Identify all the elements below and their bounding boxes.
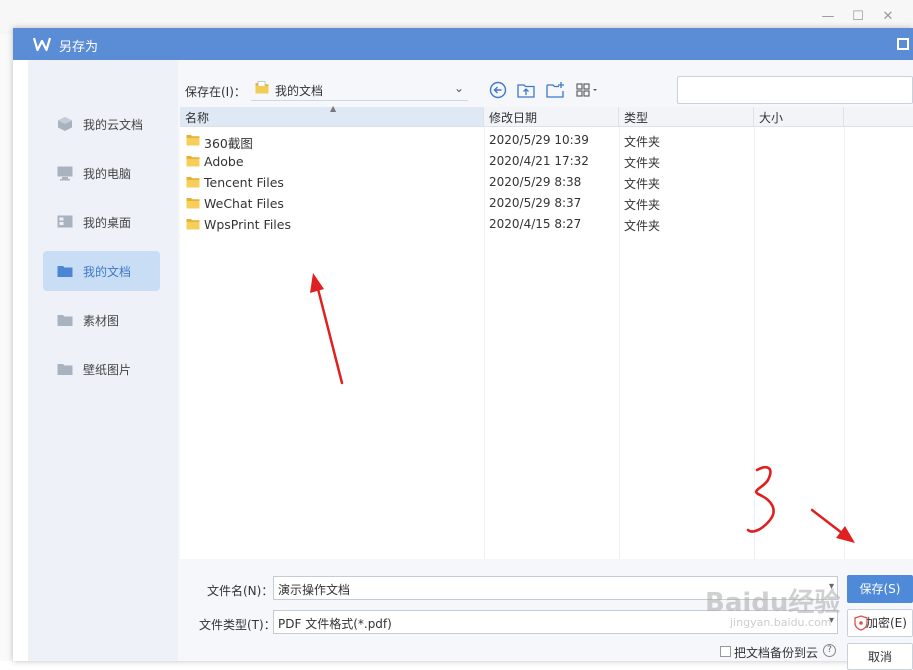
view-menu-icon[interactable] — [575, 80, 601, 100]
file-name: WpsPrint Files — [204, 217, 291, 232]
folder-icon — [57, 315, 73, 326]
column-header-type[interactable]: 类型 — [619, 107, 754, 127]
sidebar: 我的云文档 我的电脑 我的桌面 我的文档 素材图 壁纸图片 — [28, 60, 178, 661]
column-header-name[interactable]: ▲ 名称 — [180, 104, 484, 127]
file-date: 2020/5/29 8:38 — [489, 175, 582, 189]
filetype-label: 文件类型(T)： — [199, 618, 276, 632]
restore-icon[interactable]: ☐ — [850, 10, 866, 24]
save-as-dialog: 另存为 我的云文档 我的电脑 我的桌面 我的文档 素材图 壁纸图片 保存在(I)… — [13, 28, 913, 670]
help-icon[interactable]: ? — [823, 644, 836, 657]
chevron-down-icon: ⌄ — [453, 81, 464, 95]
wps-logo-icon — [33, 37, 51, 52]
sidebar-item-desktop[interactable]: 我的桌面 — [43, 202, 160, 242]
back-icon[interactable] — [488, 80, 508, 100]
sidebar-item-cloud-docs[interactable]: 我的云文档 — [43, 104, 160, 144]
cancel-button[interactable]: 取消 — [847, 643, 913, 670]
baidu-watermark-url: jingyan.baidu.com — [730, 616, 832, 629]
location-value: 我的文档 — [275, 84, 324, 98]
table-row[interactable]: WpsPrint Files 2020/4/15 8:27 文件夹 — [180, 214, 913, 235]
table-row[interactable]: WeChat Files 2020/5/29 8:37 文件夹 — [180, 193, 913, 214]
folder-icon — [186, 198, 200, 209]
folder-icon — [57, 266, 73, 277]
file-date: 2020/4/15 8:27 — [489, 217, 582, 231]
sidebar-item-label: 我的文档 — [83, 265, 132, 279]
file-type: 文件夹 — [624, 198, 661, 212]
file-list: ▲ 名称 修改日期 类型 大小 360截图 2020/5/29 10:39 文件… — [180, 104, 913, 559]
dialog-titlebar[interactable]: 另存为 — [13, 28, 913, 60]
file-date: 2020/4/21 17:32 — [489, 154, 589, 168]
column-header-date[interactable]: 修改日期 — [484, 107, 619, 127]
table-row[interactable]: Adobe 2020/4/21 17:32 文件夹 — [180, 151, 913, 172]
computer-icon — [57, 166, 73, 181]
desktop-icon — [57, 215, 73, 228]
cloud-doc-icon — [58, 117, 72, 131]
folder-icon — [57, 364, 73, 375]
column-header-size[interactable]: 大小 — [754, 107, 844, 127]
folder-icon — [186, 156, 200, 167]
location-select[interactable]: 我的文档 ⌄ — [251, 77, 468, 101]
folder-icon — [186, 135, 200, 146]
table-row[interactable]: 360截图 2020/5/29 10:39 文件夹 — [180, 130, 913, 151]
search-input[interactable] — [677, 76, 913, 104]
sidebar-item-label: 素材图 — [83, 314, 120, 328]
new-folder-icon[interactable] — [545, 80, 565, 100]
minimize-icon[interactable]: — — [820, 10, 836, 24]
main-panel: 保存在(I)： 我的文档 ⌄ ▲ 名称 修改日期 类型 大小 360截图 202… — [178, 60, 913, 670]
close-icon[interactable]: ✕ — [880, 10, 896, 24]
documents-folder-icon — [255, 81, 269, 94]
backup-checkbox[interactable] — [720, 646, 731, 657]
sidebar-item-label: 壁纸图片 — [83, 363, 132, 377]
folder-icon — [186, 219, 200, 230]
sidebar-item-label: 我的桌面 — [83, 216, 132, 230]
file-type: 文件夹 — [624, 177, 661, 191]
sidebar-item-label: 我的电脑 — [83, 167, 132, 181]
file-name: 360截图 — [204, 136, 253, 151]
file-type: 文件夹 — [624, 156, 661, 170]
shield-icon — [854, 615, 868, 631]
file-type: 文件夹 — [624, 135, 661, 149]
sidebar-item-computer[interactable]: 我的电脑 — [43, 153, 160, 193]
location-label: 保存在(I)： — [185, 85, 246, 99]
folder-icon — [186, 177, 200, 188]
sidebar-item-materials[interactable]: 素材图 — [43, 300, 160, 340]
file-name: Adobe — [204, 154, 244, 169]
up-folder-icon[interactable] — [516, 80, 536, 100]
file-date: 2020/5/29 8:37 — [489, 196, 582, 210]
dialog-title: 另存为 — [59, 40, 99, 55]
sidebar-item-label: 我的云文档 — [83, 118, 144, 132]
save-button[interactable]: 保存(S) — [847, 575, 913, 603]
sidebar-item-my-documents[interactable]: 我的文档 — [43, 251, 160, 291]
filename-label: 文件名(N)： — [207, 584, 274, 598]
sidebar-item-wallpapers[interactable]: 壁纸图片 — [43, 349, 160, 389]
file-type: 文件夹 — [624, 219, 661, 233]
file-date: 2020/5/29 10:39 — [489, 133, 589, 147]
maximize-icon[interactable] — [897, 38, 909, 50]
file-name: Tencent Files — [204, 175, 284, 190]
backup-label: 把文档备份到云 — [734, 646, 819, 660]
column-header-empty — [844, 107, 913, 127]
file-name: WeChat Files — [204, 196, 284, 211]
sort-up-icon: ▲ — [330, 104, 337, 113]
table-row[interactable]: Tencent Files 2020/5/29 8:38 文件夹 — [180, 172, 913, 193]
baidu-watermark: Baidu经验 — [705, 588, 841, 618]
